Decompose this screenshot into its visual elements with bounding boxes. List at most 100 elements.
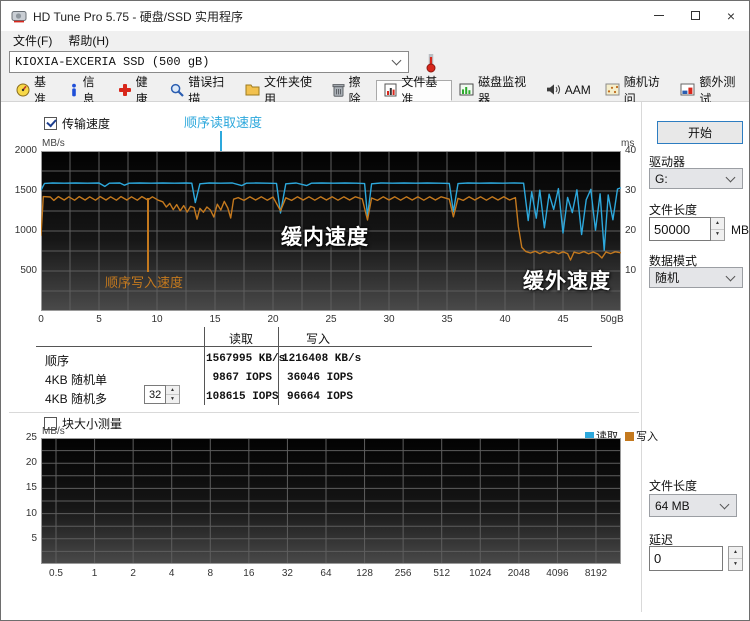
out-cache-speed-label: 缓外速度 — [523, 270, 611, 293]
tab-file-benchmark[interactable]: 文件基准 — [376, 75, 453, 106]
minimize-icon — [654, 15, 664, 16]
stepper-up-icon[interactable]: ▲ — [729, 547, 742, 558]
stepper-down-icon[interactable]: ▼ — [711, 228, 724, 240]
info-icon — [69, 83, 79, 97]
section-divider-horizontal — [9, 412, 639, 413]
axis-tick-label: 0.5 — [49, 568, 63, 579]
window-title: HD Tune Pro 5.75 - 硬盘/SSD 实用程序 — [33, 9, 244, 24]
axis-tick-label: 1000 — [14, 225, 37, 236]
menu-bar: 文件(F) 帮助(H) — [1, 31, 749, 49]
menu-file[interactable]: 文件(F) — [5, 31, 60, 50]
data-mode-dropdown[interactable]: 随机 — [649, 267, 743, 288]
transfer-speed-checkbox[interactable]: 传输速度 — [44, 115, 110, 132]
drive-select-combo[interactable]: KIOXIA-EXCERIA SSD (500 gB) — [9, 51, 409, 73]
folder-usage-icon — [245, 83, 260, 96]
tab-benchmark[interactable]: 基准 — [9, 75, 62, 106]
axis-tick-label: 50gB — [600, 314, 624, 325]
axis-tick-label: 16 — [243, 568, 255, 579]
stepper-up-icon[interactable]: ▲ — [711, 218, 724, 229]
axis-tick-label: 2000 — [14, 145, 37, 156]
delay-input[interactable]: 0 — [649, 546, 723, 571]
block-size-label: 块大小测量 — [62, 417, 123, 431]
axis-tick-label: 10 — [25, 507, 37, 519]
stepper-up-icon[interactable]: ▲ — [166, 386, 179, 394]
chevron-down-icon — [725, 172, 736, 182]
file-length-stepper[interactable]: 50000 ▲ ▼ — [649, 217, 725, 241]
axis-tick-label: 35 — [441, 314, 453, 325]
block-file-length-dropdown[interactable]: 64 MB — [649, 494, 737, 517]
axis-tick-label: 1500 — [14, 185, 37, 196]
tab-info[interactable]: 信息 — [62, 75, 111, 106]
tab-label: AAM — [564, 82, 591, 97]
tab-health[interactable]: 健康 — [111, 75, 164, 106]
benchmark-icon — [16, 83, 30, 97]
seq-write-value: 1216408 KB/s — [282, 353, 362, 365]
tab-disk-monitor[interactable]: 磁盘监视器 — [452, 75, 539, 106]
file-length-value: 50000 — [649, 217, 711, 241]
tab-random-access[interactable]: 随机访问 — [598, 75, 674, 106]
y-axis-unit-left: MB/s — [42, 138, 65, 149]
axis-tick-label: 8192 — [584, 568, 608, 579]
axis-tick-label: 30 — [625, 185, 637, 196]
axis-tick-label: 2 — [130, 568, 136, 579]
axis-tick-label: 20 — [267, 314, 279, 325]
drive-dropdown[interactable]: G: — [649, 168, 743, 189]
app-window: HD Tune Pro 5.75 - 硬盘/SSD 实用程序 × 文件(F) 帮… — [0, 0, 750, 621]
table-divider-1 — [204, 327, 205, 405]
axis-tick-label: 20 — [25, 457, 37, 469]
stepper-down-icon[interactable]: ▼ — [166, 394, 179, 403]
axis-tick-label: 25 — [25, 432, 37, 443]
write-legend-label: 写入 — [636, 431, 658, 443]
row-label-4k-multi: 4KB 随机多 — [45, 392, 108, 406]
seq-write-annotation: 顺序写入速度 — [105, 275, 184, 290]
error-scan-icon — [170, 83, 185, 97]
axis-tick-label: 20 — [625, 225, 637, 236]
close-button[interactable]: × — [713, 1, 749, 30]
delay-stepper[interactable]: ▲ ▼ — [728, 546, 743, 571]
axis-tick-label: 5 — [96, 314, 102, 325]
tab-extra-tests[interactable]: 额外测试 — [673, 75, 749, 106]
axis-tick-label: 30 — [383, 314, 395, 325]
tab-error-scan[interactable]: 错误扫描 — [163, 75, 238, 106]
axis-tick-label: 40 — [625, 145, 637, 156]
tab-folder-usage[interactable]: 文件夹使用 — [238, 75, 325, 106]
menu-help[interactable]: 帮助(H) — [60, 31, 117, 50]
chevron-down-icon — [725, 271, 736, 281]
in-cache-speed-label: 缓内速度 — [281, 226, 369, 249]
row-label-sequential: 顺序 — [45, 354, 70, 368]
data-mode-value: 随机 — [655, 271, 680, 285]
axis-tick-label: 4 — [168, 568, 175, 579]
rand-multi-read-value: 108615 IOPS — [206, 391, 279, 403]
col-header-write: 写入 — [305, 332, 330, 346]
start-button[interactable]: 开始 — [657, 121, 743, 144]
extra-tests-icon — [680, 83, 695, 96]
maximize-button[interactable] — [677, 1, 713, 30]
axis-tick-label: 4096 — [546, 568, 569, 579]
minimize-button[interactable] — [641, 1, 677, 30]
transfer-speed-label: 传输速度 — [62, 117, 111, 131]
erase-icon — [332, 83, 345, 97]
tab-erase[interactable]: 擦除 — [325, 75, 377, 106]
axis-tick-label: 1024 — [469, 568, 492, 579]
file-benchmark-icon — [384, 83, 397, 97]
random-access-icon — [605, 83, 620, 96]
axis-tick-label: 40 — [499, 314, 511, 325]
file-length-unit: MB — [731, 223, 749, 237]
stepper-down-icon[interactable]: ▼ — [729, 558, 742, 570]
axis-tick-label: 32 — [281, 568, 293, 579]
rand-multi-write-value: 96664 IOPS — [286, 391, 353, 403]
axis-tick-label: 1 — [91, 568, 98, 579]
tab-aam[interactable]: AAM — [539, 80, 598, 101]
axis-tick-label: 5 — [31, 532, 37, 544]
drive-dropdown-value: G: — [655, 171, 668, 186]
axis-tick-label: 2048 — [507, 568, 530, 579]
rand-single-write-value: 36046 IOPS — [286, 372, 353, 384]
queue-depth-stepper[interactable]: 32 ▲ ▼ — [144, 385, 180, 404]
axis-tick-label: 10 — [151, 314, 163, 325]
axis-tick-label: 15 — [209, 314, 221, 325]
app-icon — [11, 8, 27, 27]
block-size-chart — [41, 438, 621, 564]
write-legend-swatch — [625, 431, 634, 441]
axis-tick-label: 128 — [356, 568, 373, 579]
chevron-down-icon — [719, 499, 730, 509]
